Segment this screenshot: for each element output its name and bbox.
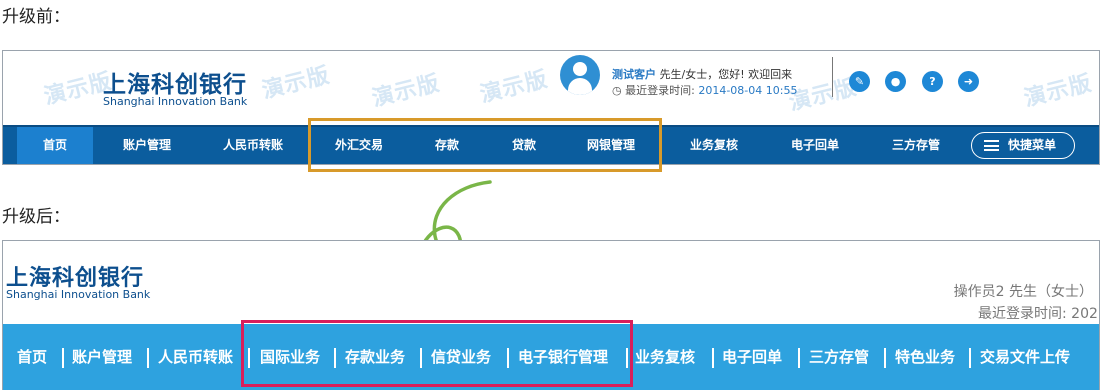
nav-e-receipt[interactable]: 电子回单 — [722, 324, 782, 390]
nav-account[interactable]: 账户管理 — [72, 324, 132, 390]
location-icon[interactable]: ● — [885, 71, 906, 92]
watermark: 演示版 — [259, 62, 333, 104]
before-header: 演示版 演示版 演示版 演示版 演示版 演示版 上海科创银行 Shanghai … — [3, 51, 1099, 125]
clock-icon: ◷ — [612, 84, 622, 97]
nav-featured[interactable]: 特色业务 — [895, 324, 955, 390]
nav-third-party[interactable]: 三方存管 — [809, 324, 869, 390]
operator-name: 操作员2 先生（女士） — [953, 284, 1093, 300]
customer-name[interactable]: 测试客户 — [612, 68, 656, 81]
nav-separator — [798, 348, 800, 368]
nav-review[interactable]: 业务复核 — [676, 127, 752, 164]
bank-logo-cn: 上海科创银行 — [103, 72, 247, 98]
quick-menu-button[interactable]: 快捷菜单 — [971, 132, 1075, 159]
nav-rmb-transfer[interactable]: 人民币转账 — [208, 127, 298, 164]
caption-after: 升级后： — [2, 207, 70, 227]
nav-file-upload[interactable]: 交易文件上传 — [980, 324, 1070, 390]
bank-logo-en: Shanghai Innovation Bank — [103, 95, 248, 108]
before-highlight-box — [308, 118, 662, 172]
last-login-time: 2014-08-04 10:55 — [698, 84, 798, 97]
watermark: 演示版 — [369, 70, 443, 112]
bank-logo-en: Shanghai Innovation Bank — [6, 288, 151, 301]
edit-icon[interactable]: ✎ — [849, 71, 870, 92]
logout-icon[interactable]: ➜ — [958, 71, 979, 92]
nav-account[interactable]: 账户管理 — [109, 127, 185, 164]
nav-home[interactable]: 首页 — [17, 324, 47, 390]
last-login: ◷ 最近登录时间: 2014-08-04 10:55 — [612, 82, 797, 98]
help-icon[interactable]: ? — [922, 71, 943, 92]
nav-review[interactable]: 业务复核 — [635, 324, 695, 390]
nav-separator — [969, 348, 971, 368]
caption-before: 升级前： — [2, 7, 70, 27]
last-login-label: 最近登录时间: — [625, 84, 695, 97]
nav-separator — [712, 348, 714, 368]
avatar — [560, 55, 600, 95]
nav-separator — [884, 348, 886, 368]
menu-icon — [984, 140, 999, 151]
quick-menu-label: 快捷菜单 — [1008, 138, 1057, 152]
watermark: 演示版 — [477, 66, 551, 108]
greeting-text: 先生/女士，您好! 欢迎回来 — [659, 68, 793, 81]
comparison-figure: 升级前： 演示版 演示版 演示版 演示版 演示版 演示版 上海科创银行 Shan… — [0, 0, 1100, 390]
watermark: 演示版 — [1021, 70, 1095, 112]
last-login: 最近登录时间: 202 — [978, 306, 1098, 322]
nav-separator — [62, 348, 64, 368]
nav-third-party[interactable]: 三方存管 — [878, 127, 954, 164]
after-highlight-box — [241, 320, 633, 387]
nav-rmb-transfer[interactable]: 人民币转账 — [158, 324, 233, 390]
nav-separator — [147, 348, 149, 368]
nav-home[interactable]: 首页 — [17, 127, 93, 164]
divider — [832, 57, 833, 97]
nav-e-receipt[interactable]: 电子回单 — [777, 127, 853, 164]
greeting: 测试客户 先生/女士，您好! 欢迎回来 — [612, 66, 792, 82]
